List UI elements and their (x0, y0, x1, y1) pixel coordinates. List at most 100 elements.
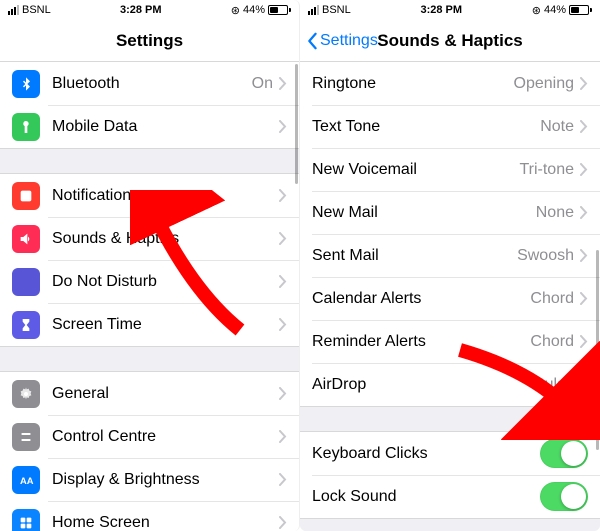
chevron-right-icon (279, 275, 287, 288)
row-label: Screen Time (52, 316, 279, 334)
row-text-tone[interactable]: Text Tone Note (300, 105, 600, 148)
chevron-right-icon (580, 163, 588, 176)
row-do-not-disturb[interactable]: Do Not Disturb (0, 260, 299, 303)
status-bar: BSNL 3:28 PM ⊛ 44% (300, 0, 600, 20)
carrier-label: BSNL (322, 4, 351, 16)
chevron-right-icon (279, 77, 287, 90)
row-value: Note (540, 118, 574, 136)
row-new-voicemail[interactable]: New Voicemail Tri-tone (300, 148, 600, 191)
row-label: New Voicemail (312, 161, 519, 179)
row-label: Display & Brightness (52, 471, 279, 489)
chevron-right-icon (580, 120, 588, 133)
row-label: Calendar Alerts (312, 290, 530, 308)
row-value: Swoosh (517, 247, 574, 265)
row-label: Reminder Alerts (312, 333, 530, 351)
phone-settings: BSNL 3:28 PM ⊛ 44% Settings Bluetooth On… (0, 0, 300, 531)
battery-pct: 44% (243, 4, 265, 16)
row-home-screen[interactable]: Home Screen (0, 501, 299, 531)
row-label: Text Tone (312, 118, 540, 136)
chevron-right-icon (279, 516, 287, 529)
row-calendar-alerts[interactable]: Calendar Alerts Chord (300, 277, 600, 320)
carrier-label: BSNL (22, 4, 51, 16)
signal-icon (8, 5, 19, 15)
sounds-list[interactable]: Ringtone Opening Text Tone Note New Voic… (300, 62, 600, 531)
row-value: Pulse (534, 376, 574, 394)
row-value: Opening (514, 75, 575, 93)
hourglass-icon (12, 311, 40, 339)
back-button[interactable]: Settings (306, 20, 378, 61)
row-general[interactable]: General (0, 372, 299, 415)
row-label: Ringtone (312, 75, 514, 93)
status-time: 3:28 PM (420, 4, 462, 16)
row-new-mail[interactable]: New Mail None (300, 191, 600, 234)
row-reminder-alerts[interactable]: Reminder Alerts Chord (300, 320, 600, 363)
signal-icon (308, 5, 319, 15)
scroll-indicator (295, 64, 298, 184)
chevron-right-icon (580, 249, 588, 262)
row-value: On (252, 75, 273, 93)
chevron-right-icon (279, 387, 287, 400)
back-label: Settings (320, 32, 378, 50)
group-separator (300, 518, 600, 531)
row-label: Control Centre (52, 428, 279, 446)
page-title: Settings (116, 31, 183, 51)
battery-icon (569, 5, 592, 15)
chevron-right-icon (279, 318, 287, 331)
moon-icon (12, 268, 40, 296)
row-value: None (536, 204, 574, 222)
row-label: General (52, 385, 279, 403)
row-value: Tri-tone (519, 161, 574, 179)
chevron-right-icon (580, 77, 588, 90)
row-sounds-haptics[interactable]: Sounds & Haptics (0, 217, 299, 260)
chevron-right-icon (279, 473, 287, 486)
row-lock-sound[interactable]: Lock Sound (300, 475, 600, 518)
row-label: Lock Sound (312, 488, 540, 506)
antenna-icon (12, 113, 40, 141)
alarm-icon: ⊛ (532, 4, 541, 17)
row-label: Bluetooth (52, 75, 252, 93)
row-label: New Mail (312, 204, 536, 222)
row-label: Mobile Data (52, 118, 279, 136)
nav-bar: Settings Sounds & Haptics (300, 20, 600, 62)
row-display-brightness[interactable]: AA Display & Brightness (0, 458, 299, 501)
chevron-right-icon (580, 335, 588, 348)
chevron-right-icon (279, 189, 287, 202)
notifications-icon (12, 182, 40, 210)
phone-sounds-haptics: BSNL 3:28 PM ⊛ 44% Settings Sounds & Hap… (300, 0, 600, 531)
alarm-icon: ⊛ (231, 4, 240, 17)
battery-pct: 44% (544, 4, 566, 16)
row-keyboard-clicks[interactable]: Keyboard Clicks (300, 432, 600, 475)
toggle-keyboard-clicks[interactable] (540, 439, 588, 468)
scroll-indicator (596, 250, 599, 450)
nav-bar: Settings (0, 20, 299, 62)
text-size-icon: AA (12, 466, 40, 494)
svg-text:AA: AA (20, 476, 34, 486)
row-label: Sounds & Haptics (52, 230, 279, 248)
gear-icon (12, 380, 40, 408)
bluetooth-icon (12, 70, 40, 98)
battery-icon (268, 5, 291, 15)
row-sent-mail[interactable]: Sent Mail Swoosh (300, 234, 600, 277)
settings-list[interactable]: Bluetooth On Mobile Data Notifications S… (0, 62, 299, 531)
row-notifications[interactable]: Notifications (0, 174, 299, 217)
chevron-right-icon (580, 292, 588, 305)
row-ringtone[interactable]: Ringtone Opening (300, 62, 600, 105)
row-mobile-data[interactable]: Mobile Data (0, 105, 299, 148)
row-label: Notifications (52, 187, 279, 205)
toggle-lock-sound[interactable] (540, 482, 588, 511)
grid-icon (12, 509, 40, 531)
row-control-centre[interactable]: Control Centre (0, 415, 299, 458)
row-airdrop[interactable]: AirDrop Pulse (300, 363, 600, 406)
chevron-right-icon (279, 120, 287, 133)
group-separator (300, 406, 600, 432)
status-bar: BSNL 3:28 PM ⊛ 44% (0, 0, 299, 20)
chevron-right-icon (279, 232, 287, 245)
row-screen-time[interactable]: Screen Time (0, 303, 299, 346)
row-bluetooth[interactable]: Bluetooth On (0, 62, 299, 105)
page-title: Sounds & Haptics (377, 31, 522, 51)
row-label: Keyboard Clicks (312, 445, 540, 463)
chevron-right-icon (580, 206, 588, 219)
row-label: Sent Mail (312, 247, 517, 265)
group-separator (0, 346, 299, 372)
row-label: AirDrop (312, 376, 534, 394)
